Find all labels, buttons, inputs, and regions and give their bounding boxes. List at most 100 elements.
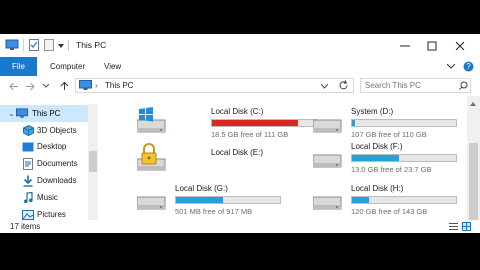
capacity-bar <box>351 119 457 127</box>
capacity-fill <box>176 197 223 203</box>
back-button[interactable] <box>8 79 20 93</box>
sidebar-item-desktop[interactable]: Desktop <box>0 138 88 155</box>
quick-access-dropdown-icon[interactable] <box>58 42 64 54</box>
expand-ribbon-button[interactable] <box>446 60 456 73</box>
refresh-icon <box>339 80 348 90</box>
sidebar-item-label: Pictures <box>37 210 66 219</box>
drive-free-space: 107 GB free of 110 GB <box>351 130 427 139</box>
hard-drive-icon <box>312 141 347 175</box>
drive-free-space: 13.0 GB free of 23.7 GB <box>351 165 432 174</box>
monitor-icon[interactable] <box>5 39 19 51</box>
drive-name: System (D:) <box>351 107 394 116</box>
capacity-bar <box>351 154 457 162</box>
monitor-icon <box>79 80 92 93</box>
item-count: 17 items <box>10 222 41 231</box>
capacity-fill <box>352 120 356 126</box>
properties-icon[interactable] <box>29 39 39 51</box>
forward-button[interactable] <box>24 79 36 93</box>
drive-tile-f[interactable]: Local Disk (F:) 13.0 GB free of 23.7 GB <box>312 141 480 175</box>
drive-name: Local Disk (E:) <box>211 148 264 157</box>
details-view-icon <box>449 223 458 230</box>
drives-grid: Local Disk (C:) 18.5 GB free of 111 GB S… <box>101 104 467 220</box>
sidebar-item-documents[interactable]: Documents <box>0 155 88 172</box>
sidebar-item-downloads[interactable]: Downloads <box>0 172 88 189</box>
scroll-up-icon[interactable] <box>470 102 476 106</box>
breadcrumb-chevron-icon[interactable]: › <box>95 81 98 90</box>
maximize-icon <box>427 41 437 50</box>
sidebar-item-label: Music <box>37 193 58 202</box>
sidebar-item-label: This PC <box>32 109 61 118</box>
breadcrumb-this-pc[interactable]: This PC <box>105 81 133 90</box>
drive-name: Local Disk (F:) <box>351 142 403 151</box>
address-bar[interactable]: › This PC <box>75 78 354 93</box>
window-title: This PC <box>76 40 107 50</box>
svg-text:?: ? <box>466 62 471 71</box>
tab-file[interactable]: File <box>0 57 37 76</box>
search-input[interactable] <box>365 79 453 92</box>
drive-free-space: 501 MB free of 917 MB <box>175 207 253 216</box>
sidebar-item-3d-objects[interactable]: 3D Objects <box>0 122 88 139</box>
new-folder-icon[interactable] <box>44 39 54 51</box>
recent-locations-button[interactable] <box>41 79 51 93</box>
windows-drive-icon <box>136 106 171 140</box>
up-button[interactable] <box>58 79 70 93</box>
maximize-button[interactable] <box>417 34 447 57</box>
drive-tile-d[interactable]: System (D:) 107 GB free of 110 GB <box>312 106 480 140</box>
drive-tile-c[interactable]: Local Disk (C:) 18.5 GB free of 111 GB <box>136 106 317 140</box>
drive-tile-e[interactable]: Local Disk (E:) <box>136 141 307 175</box>
tiles-view-button[interactable] <box>462 222 471 231</box>
navigation-bar: › This PC <box>0 76 480 96</box>
drive-name: Local Disk (H:) <box>351 184 404 193</box>
tab-computer[interactable]: Computer <box>50 57 85 76</box>
sidebar-item-this-pc[interactable]: ⌄ This PC <box>0 105 88 122</box>
hard-drive-icon <box>312 106 347 140</box>
sidebar-item-label: Desktop <box>37 142 67 151</box>
content-scroll-thumb[interactable] <box>469 143 478 221</box>
drive-name: Local Disk (G:) <box>175 184 228 193</box>
refresh-button[interactable] <box>338 80 349 93</box>
drive-tile-g[interactable]: Local Disk (G:) 501 MB free of 917 MB <box>136 183 307 217</box>
arrow-left-icon <box>9 82 18 90</box>
cube-icon <box>22 125 34 136</box>
close-icon <box>455 41 465 50</box>
toolbar-divider <box>23 38 24 52</box>
status-bar: 17 items <box>0 220 480 233</box>
chevron-down-icon <box>447 64 455 69</box>
drive-name: Local Disk (C:) <box>211 107 264 116</box>
search-icon <box>459 81 468 92</box>
pictures-icon <box>22 209 34 220</box>
hard-drive-icon <box>312 183 347 217</box>
title-bar: This PC <box>0 34 480 57</box>
sidebar-item-music[interactable]: Music <box>0 189 88 206</box>
address-dropdown-button[interactable] <box>320 82 329 91</box>
capacity-fill <box>212 120 299 126</box>
sidebar-item-label: Downloads <box>37 176 77 185</box>
close-button[interactable] <box>445 34 475 57</box>
sidebar-item-label: 3D Objects <box>37 126 77 135</box>
capacity-bar <box>175 196 281 204</box>
chevron-down-icon <box>43 84 49 88</box>
help-icon: ? <box>463 61 473 72</box>
drive-tile-h[interactable]: Local Disk (H:) 120 GB free of 143 GB <box>312 183 480 217</box>
documents-icon <box>22 157 34 170</box>
chevron-down-icon[interactable]: ⌄ <box>8 109 15 118</box>
title-separator <box>68 40 69 51</box>
desktop-icon <box>22 141 34 152</box>
minimize-button[interactable] <box>390 34 420 57</box>
ribbon: File Computer View ? <box>0 57 480 77</box>
content-scrollbar[interactable] <box>467 96 480 230</box>
chevron-down-icon <box>320 83 329 89</box>
sidebar-scrollbar[interactable] <box>88 104 98 220</box>
capacity-bar <box>211 119 317 127</box>
downloads-icon <box>22 175 34 187</box>
sidebar-scroll-thumb[interactable] <box>89 151 97 172</box>
arrow-right-icon <box>26 82 35 90</box>
navigation-pane: ⌄ This PC 3D Objects Desktop Documents D… <box>0 104 100 220</box>
details-view-button[interactable] <box>449 222 458 231</box>
search-box[interactable] <box>360 78 471 93</box>
tiles-view-icon <box>462 222 471 231</box>
capacity-fill <box>352 197 369 203</box>
hard-drive-icon <box>136 183 171 217</box>
tab-view[interactable]: View <box>104 57 121 76</box>
help-button[interactable]: ? <box>462 60 474 73</box>
